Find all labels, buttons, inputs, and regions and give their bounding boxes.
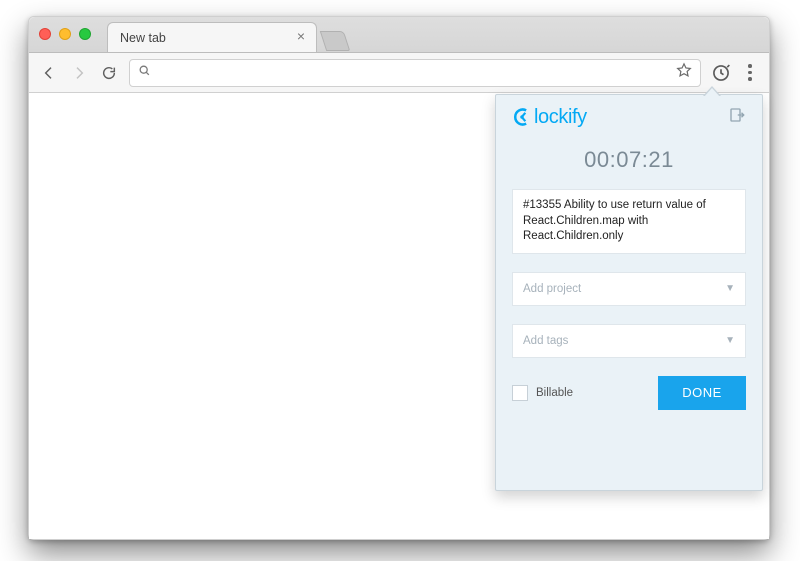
arrow-left-icon — [41, 65, 57, 81]
forward-button[interactable] — [69, 63, 89, 83]
dots-icon — [748, 64, 752, 68]
tab-title: New tab — [120, 31, 166, 45]
logout-icon — [728, 106, 746, 124]
page-content: lockify 00:07:21 #13355 Ability to use r… — [29, 93, 769, 539]
task-description-text: #13355 Ability to use return value of Re… — [523, 199, 706, 242]
clockify-popup: lockify 00:07:21 #13355 Ability to use r… — [495, 94, 763, 491]
bookmark-button[interactable] — [676, 62, 692, 83]
window-maximize-button[interactable] — [79, 28, 91, 40]
logout-button[interactable] — [728, 106, 746, 129]
chevron-down-icon: ▼ — [725, 283, 735, 294]
back-button[interactable] — [39, 63, 59, 83]
project-dropdown[interactable]: Add project ▼ — [512, 272, 746, 306]
address-bar[interactable] — [129, 59, 701, 87]
reload-icon — [101, 65, 117, 81]
clockify-logo: lockify — [512, 106, 587, 129]
popup-header: lockify — [512, 95, 746, 139]
tab-close-button[interactable]: × — [294, 30, 308, 44]
clock-icon — [711, 63, 731, 83]
popup-footer: Billable DONE — [512, 376, 746, 410]
window-minimize-button[interactable] — [59, 28, 71, 40]
browser-tab[interactable]: New tab × — [107, 22, 317, 52]
clockify-extension-button[interactable] — [711, 63, 731, 83]
billable-label: Billable — [536, 387, 573, 399]
billable-checkbox[interactable]: Billable — [512, 385, 573, 401]
done-button[interactable]: DONE — [658, 376, 746, 410]
window-controls — [39, 28, 91, 40]
done-button-label: DONE — [682, 385, 722, 400]
task-description-input[interactable]: #13355 Ability to use return value of Re… — [512, 189, 746, 254]
browser-toolbar — [29, 53, 769, 93]
new-tab-button[interactable] — [320, 31, 350, 51]
timer-display: 00:07:21 — [512, 147, 746, 173]
search-icon — [138, 64, 151, 82]
arrow-right-icon — [71, 65, 87, 81]
star-icon — [676, 62, 692, 78]
clockify-logo-text: lockify — [534, 106, 587, 129]
address-input[interactable] — [159, 65, 668, 80]
checkbox-icon — [512, 385, 528, 401]
project-placeholder: Add project — [523, 283, 581, 295]
reload-button[interactable] — [99, 63, 119, 83]
browser-window: New tab × — [28, 16, 770, 540]
chevron-down-icon: ▼ — [725, 335, 735, 346]
tags-dropdown[interactable]: Add tags ▼ — [512, 324, 746, 358]
browser-menu-button[interactable] — [741, 64, 759, 81]
window-close-button[interactable] — [39, 28, 51, 40]
tags-placeholder: Add tags — [523, 335, 568, 347]
clockify-logo-icon — [512, 107, 532, 127]
tab-strip: New tab × — [29, 17, 769, 53]
popup-caret-icon — [703, 86, 721, 96]
